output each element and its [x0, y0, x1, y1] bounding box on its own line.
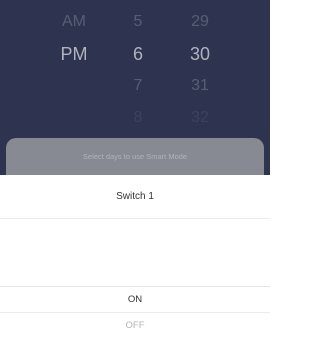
hour-item-selected[interactable]: 6	[108, 38, 168, 70]
ampm-item[interactable]	[44, 70, 104, 102]
option-on[interactable]: ON	[0, 287, 270, 313]
minute-item[interactable]: 32	[170, 102, 230, 134]
hour-item[interactable]: 8	[108, 102, 168, 134]
ampm-item[interactable]	[44, 102, 104, 134]
hour-item[interactable]: 5	[108, 6, 168, 38]
minute-item[interactable]: 31	[170, 70, 230, 102]
time-picker[interactable]: AM PM 5 6 7 8 29 30 31 32	[0, 0, 270, 135]
minute-item[interactable]: 29	[170, 6, 230, 38]
ampm-column[interactable]: AM PM	[44, 0, 104, 134]
hour-item[interactable]: 7	[108, 70, 168, 102]
dimmed-background: AM PM 5 6 7 8 29 30 31 32 Select days to…	[0, 0, 270, 175]
days-label: Select days to use Smart Mode	[82, 152, 188, 161]
switch-action-sheet: Switch 1 ON OFF	[0, 175, 270, 363]
minute-item-selected[interactable]: 30	[170, 38, 230, 70]
sheet-title: Switch 1	[0, 175, 270, 219]
option-off[interactable]: OFF	[0, 313, 270, 339]
hour-column[interactable]: 5 6 7 8	[108, 0, 168, 134]
smart-mode-days-panel: Select days to use Smart Mode	[6, 138, 264, 175]
ampm-item[interactable]: AM	[44, 6, 104, 38]
ampm-item-selected[interactable]: PM	[44, 38, 104, 70]
sheet-spacer	[0, 219, 270, 287]
minute-column[interactable]: 29 30 31 32	[170, 0, 230, 134]
